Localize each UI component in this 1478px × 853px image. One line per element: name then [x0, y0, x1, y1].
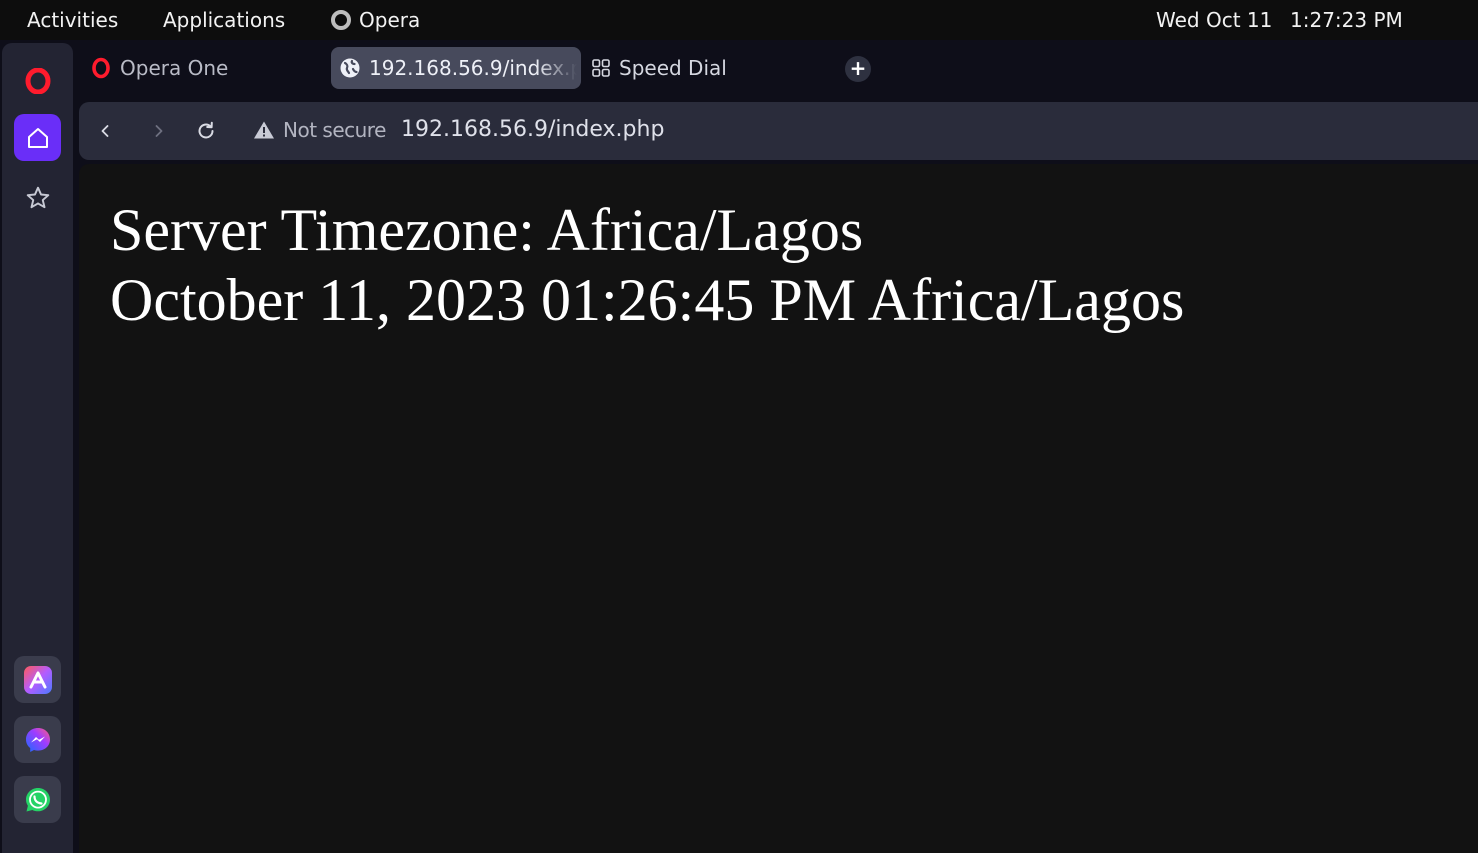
server-timezone-text: Server Timezone: Africa/Lagos — [110, 197, 864, 263]
sidebar-aria-button[interactable] — [14, 656, 61, 703]
site-security-indicator[interactable]: Not secure — [253, 118, 386, 142]
opera-menu-button[interactable] — [14, 57, 61, 104]
sidebar-pinboards-button[interactable] — [14, 174, 61, 221]
sidebar-home-button[interactable] — [14, 114, 61, 161]
sidebar-whatsapp-button[interactable] — [14, 776, 61, 823]
star-icon — [26, 186, 49, 208]
opera-logo-icon — [92, 57, 110, 79]
reload-button[interactable] — [192, 117, 220, 145]
whatsapp-icon — [25, 787, 50, 811]
warning-icon — [254, 121, 274, 139]
sidebar-messenger-button[interactable] — [14, 716, 61, 763]
forward-button[interactable] — [145, 117, 173, 145]
tab-index-php[interactable]: 192.168.56.9/index.php — [331, 47, 581, 89]
tab-label: Speed Dial — [619, 56, 727, 80]
clock-time[interactable]: 1:27:23 PM — [1290, 8, 1403, 32]
system-top-bar: Activities Applications Opera Wed Oct 11… — [0, 0, 1478, 40]
new-tab-button[interactable]: + — [845, 56, 871, 82]
chevron-left-icon — [101, 125, 109, 137]
opera-app-icon — [331, 10, 351, 30]
messenger-icon — [25, 727, 50, 752]
browser-window: Opera One 192.168.56.9/index.php Speed D… — [0, 40, 1478, 853]
applications-menu[interactable]: Applications — [163, 8, 285, 32]
address-bar-url[interactable]: 192.168.56.9/index.php — [401, 117, 664, 142]
server-datetime-text: October 11, 2023 01:26:45 PM Africa/Lago… — [110, 267, 1185, 333]
tab-speed-dial[interactable]: Speed Dial — [591, 47, 831, 89]
tab-label: 192.168.56.9/index.php — [369, 56, 577, 80]
app-menu-opera[interactable]: Opera — [331, 8, 420, 32]
activities-button[interactable]: Activities — [27, 8, 118, 32]
opera-logo-icon — [25, 67, 50, 94]
reload-icon — [198, 121, 214, 139]
back-button[interactable] — [91, 117, 119, 145]
tab-opera-one[interactable]: Opera One — [88, 47, 318, 89]
clock-date[interactable]: Wed Oct 11 — [1156, 8, 1272, 32]
app-menu-label: Opera — [359, 8, 421, 32]
speed-dial-grid-icon — [592, 59, 610, 77]
home-icon — [27, 127, 48, 148]
chevron-right-icon — [155, 125, 163, 137]
aria-icon — [23, 665, 52, 694]
plus-icon: + — [849, 56, 867, 80]
security-label: Not secure — [283, 118, 386, 142]
globe-icon — [340, 58, 360, 78]
tab-label: Opera One — [120, 56, 229, 80]
address-toolbar: Not secure 192.168.56.9/index.php — [79, 102, 1478, 160]
page-content: Server Timezone: Africa/Lagos October 11… — [79, 164, 1478, 853]
sidebar — [2, 43, 73, 853]
